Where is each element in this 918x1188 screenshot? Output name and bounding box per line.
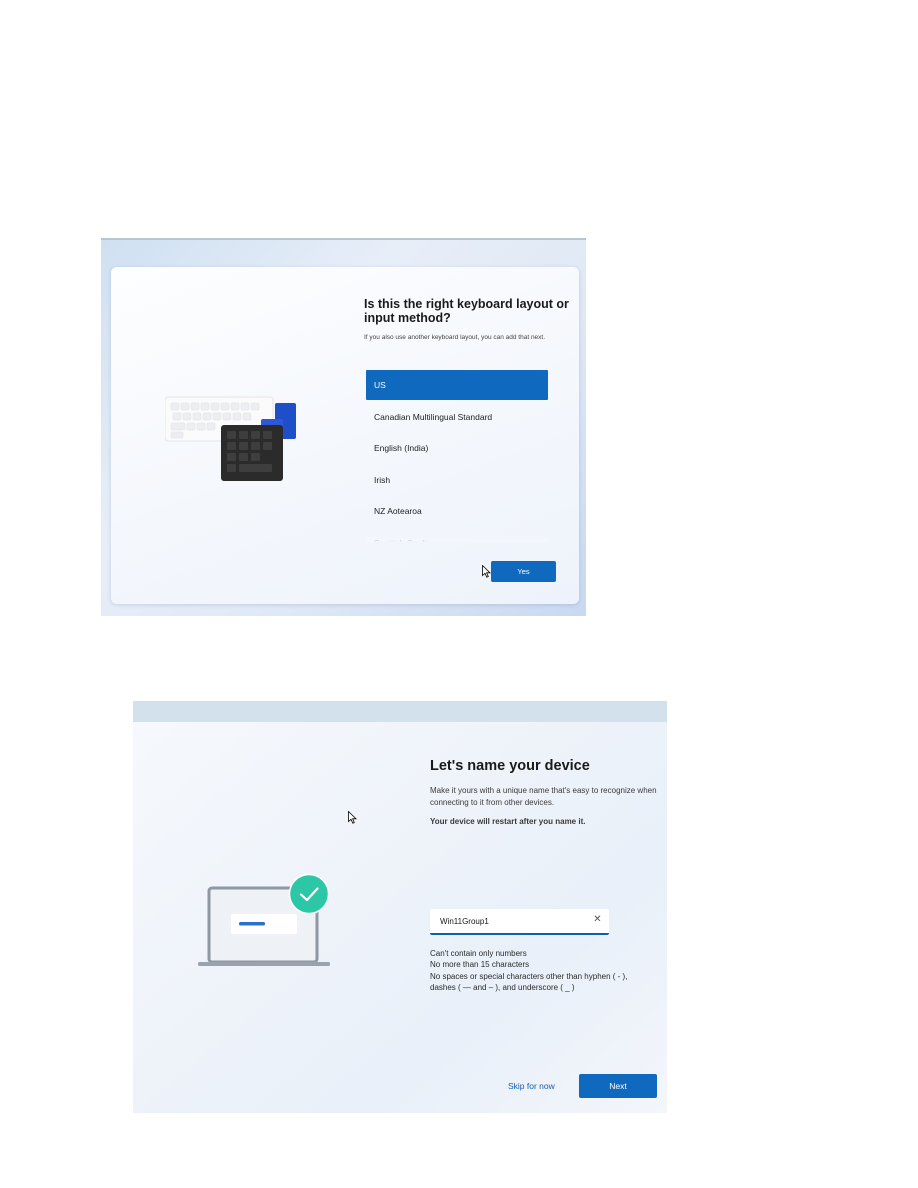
mouse-pointer-icon [348,811,357,824]
layout-item-canadian-multilingual[interactable]: Canadian Multilingual Standard [366,402,548,432]
device-name-subtitle: Make it yours with a unique name that's … [430,786,657,807]
rule-item: No more than 15 characters [430,960,530,970]
device-name-field[interactable]: ✕ [430,909,609,935]
oobe-card: Is this the right keyboard layout or inp… [111,267,579,604]
skip-for-now-link[interactable]: Skip for now [508,1081,555,1091]
keyboard-layout-list[interactable]: US Canadian Multilingual Standard Englis… [366,370,548,542]
device-name-input[interactable] [440,914,585,928]
rule-item: No spaces or special characters other th… [430,971,628,993]
layout-item-nz-aotearoa[interactable]: NZ Aotearoa [366,496,548,526]
list-fade [366,534,548,542]
mouse-pointer-icon [482,565,491,578]
layout-item-irish[interactable]: Irish [366,465,548,495]
top-bar [133,701,667,722]
name-device-screenshot: Let's name your device Make it yours wit… [133,701,667,1113]
naming-rules: Can't contain only numbers No more than … [430,948,650,994]
close-icon[interactable]: ✕ [591,913,604,927]
rule-item: Can't contain only numbers [430,949,527,958]
next-button[interactable]: Next [579,1074,657,1098]
device-name-title: Let's name your device [430,758,590,774]
keyboard-title: Is this the right keyboard layout or inp… [364,297,569,325]
layout-item-english-india[interactable]: English (India) [366,433,548,463]
restart-warning: Your device will restart after you name … [430,817,586,826]
keyboard-subtitle: If you also use another keyboard layout,… [364,334,546,341]
laptop-illustration [198,874,330,966]
keyboard-illustration [165,396,296,481]
layout-item-us[interactable]: US [366,370,548,400]
keyboard-layout-screenshot: Is this the right keyboard layout or inp… [101,238,586,616]
yes-button[interactable]: Yes [491,561,556,582]
